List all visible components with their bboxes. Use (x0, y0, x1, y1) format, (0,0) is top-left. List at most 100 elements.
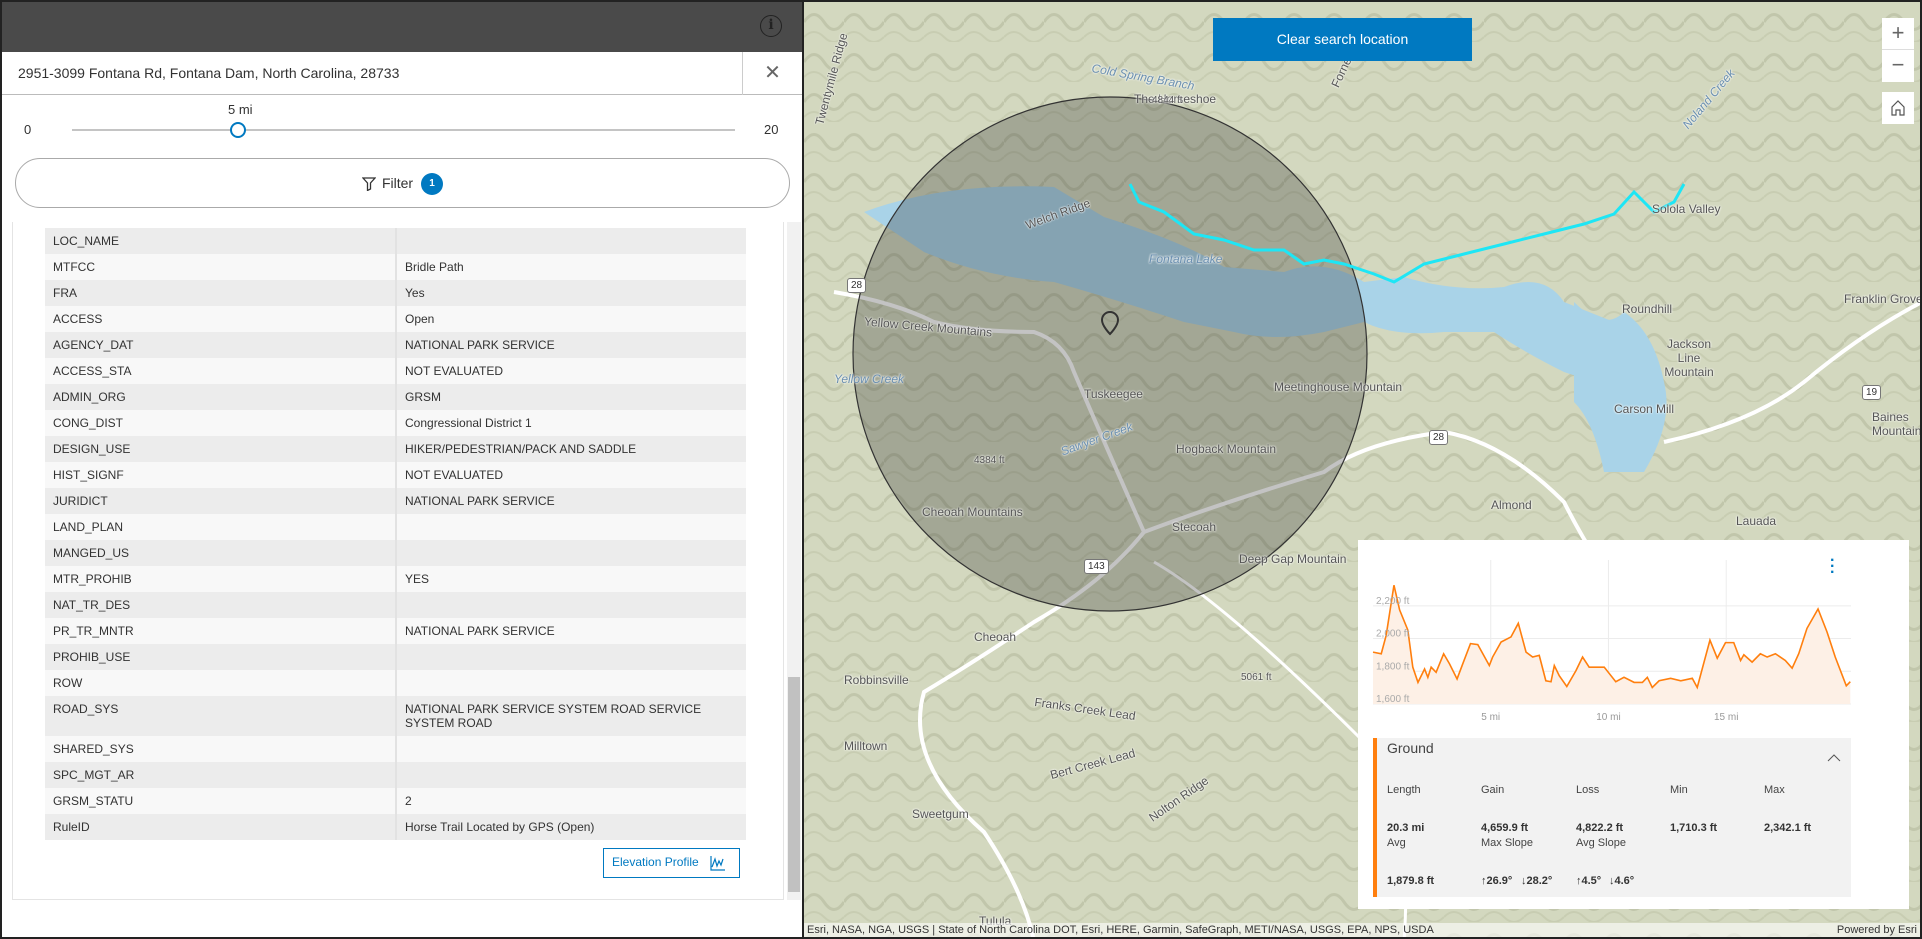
distance-slider-track[interactable] (72, 129, 735, 131)
map-label: 4384 ft (974, 455, 1005, 466)
chevron-up-icon[interactable] (1827, 753, 1841, 762)
distance-slider-thumb[interactable] (230, 122, 246, 138)
slider-min-label: 0 (24, 122, 32, 137)
table-row: LAND_PLAN (45, 514, 746, 540)
elevation-chart[interactable]: 5 mi 10 mi 15 mi 1,600 ft 1,800 ft 2,000 ft 2,… (1358, 540, 1909, 735)
map-label: Stecoah (1172, 520, 1217, 534)
scrollbar-thumb[interactable] (788, 677, 800, 892)
y-tick-label: 1,600 ft (1376, 694, 1410, 705)
map-label: Baines Mountain (1872, 410, 1922, 438)
table-row: ROW (45, 670, 746, 696)
slider-value-label: 5 mi (228, 102, 253, 117)
zoom-out-button[interactable]: − (1882, 50, 1914, 82)
header-bar: i (2, 2, 802, 52)
max-slope-up: ↑26.9° (1481, 875, 1513, 887)
field-name: SHARED_SYS (45, 736, 397, 762)
loss-value: 4,822.2 ft (1576, 822, 1624, 834)
field-name: HIST_SIGNF (45, 462, 397, 488)
route-shield: 143 (1084, 559, 1109, 574)
table-row: ROAD_SYS NATIONAL PARK SERVICE SYSTEM ROA… (45, 696, 746, 736)
filter-icon (361, 177, 377, 192)
close-icon[interactable]: ✕ (742, 52, 802, 95)
map-label: Fontana Lake (1149, 252, 1223, 266)
field-name: MTFCC (45, 254, 397, 280)
filter-button[interactable]: Filter 1 (15, 158, 790, 208)
filter-count-badge: 1 (421, 173, 444, 196)
left-panel: i 2951-3099 Fontana Rd, Fontana Dam, Nor… (0, 0, 802, 939)
powered-by-esri[interactable]: Powered by Esri (1837, 923, 1917, 937)
elevation-area (1373, 585, 1851, 704)
elevation-profile-label: Elevation Profile (612, 855, 699, 869)
slider-max-label: 20 (764, 122, 779, 137)
field-value (397, 592, 746, 618)
field-value (397, 228, 746, 254)
attribute-table: LOC_NAME MTFCC Bridle Path FRA Yes ACCESS Open… (45, 228, 746, 840)
table-row: PR_TR_MNTR NATIONAL PARK SERVICE (45, 618, 746, 644)
address-text: 2951-3099 Fontana Rd, Fontana Dam, North… (18, 65, 400, 81)
field-name: AGENCY_DAT (45, 332, 397, 358)
length-label: Length (1387, 784, 1421, 796)
field-value (397, 644, 746, 670)
avg-label: Avg (1387, 837, 1406, 849)
length-value: 20.3 mi (1387, 822, 1425, 834)
field-value: NATIONAL PARK SERVICE SYSTEM ROAD SERVIC… (405, 702, 702, 730)
info-icon[interactable]: i (760, 15, 782, 37)
max-value: 2,342.1 ft (1764, 822, 1812, 834)
field-name: PROHIB_USE (45, 644, 397, 670)
field-value: NATIONAL PARK SERVICE (405, 624, 555, 638)
y-tick-label: 2,200 ft (1376, 596, 1410, 607)
table-row: LOC_NAME (45, 228, 746, 254)
field-name: ROW (45, 670, 397, 696)
field-value (397, 670, 746, 696)
field-value: HIKER/PEDESTRIAN/PACK AND SADDLE (405, 442, 637, 456)
map-label: Cheoah (974, 630, 1017, 644)
field-value (397, 762, 746, 788)
map-view[interactable]: The Horseshoe Welch Ridge Fontana Lake Y… (802, 0, 1922, 939)
zoom-in-button[interactable]: + (1882, 18, 1914, 50)
table-row: RuleID Horse Trail Located by GPS (Open) (45, 814, 746, 840)
table-row: SHARED_SYS (45, 736, 746, 762)
scrollbar[interactable] (787, 222, 801, 900)
field-name: ROAD_SYS (45, 696, 397, 736)
y-tick-label: 1,800 ft (1376, 661, 1410, 672)
table-row: DESIGN_USE HIKER/PEDESTRIAN/PACK AND SADD… (45, 436, 746, 462)
search-result-bar: 2951-3099 Fontana Rd, Fontana Dam, North… (2, 52, 802, 95)
x-tick-label: 10 mi (1596, 712, 1620, 723)
field-value: Bridle Path (405, 260, 464, 274)
field-name: ADMIN_ORG (45, 384, 397, 410)
elevation-profile-button[interactable]: Elevation Profile (603, 848, 740, 878)
route-shield: 19 (1862, 385, 1882, 400)
clear-search-location-button[interactable]: Clear search location (1213, 18, 1472, 61)
table-row: HIST_SIGNF NOT EVALUATED (45, 462, 746, 488)
field-name: PR_TR_MNTR (45, 618, 397, 644)
map-label: Almond (1491, 498, 1532, 512)
field-value: Yes (405, 286, 425, 300)
field-name: ACCESS (45, 306, 397, 332)
map-label: Solola Valley (1652, 202, 1721, 216)
map-label: Sweetgum (912, 807, 969, 821)
map-label: Jackson Line Mountain (1664, 337, 1714, 379)
home-button[interactable] (1882, 92, 1914, 124)
route-shield: 28 (847, 278, 867, 293)
table-row: MTFCC Bridle Path (45, 254, 746, 280)
elevation-chart-icon (710, 855, 726, 871)
avg-slope-up: ↑4.5° (1576, 875, 1602, 887)
ground-stats-section: Ground Length Gain Loss Min Max 20.3 mi … (1373, 738, 1851, 897)
map-label: 5061 ft (1241, 672, 1272, 683)
search-radius-circle (852, 96, 1368, 612)
filter-label: Filter (381, 175, 414, 191)
x-tick-label: 15 mi (1714, 712, 1738, 723)
attribution-text: Esri, NASA, NGA, USGS | State of North C… (807, 924, 1434, 936)
map-label: Meetinghouse Mountain (1274, 380, 1403, 394)
map-label: Robbinsville (844, 673, 909, 687)
x-tick-label: 5 mi (1481, 712, 1500, 723)
field-name: LAND_PLAN (45, 514, 397, 540)
field-value: NOT EVALUATED (405, 468, 504, 482)
table-row: AGENCY_DAT NATIONAL PARK SERVICE (45, 332, 746, 358)
field-name: LOC_NAME (45, 228, 397, 254)
avg-slope-label: Avg Slope (1576, 837, 1626, 849)
field-name: MANGED_US (45, 540, 397, 566)
max-slope-down: ↓28.2° (1521, 875, 1553, 887)
elevation-profile-panel: · · · 5 mi 10 mi 15 mi 1,600 ft 1,800 ft 2,000 … (1358, 540, 1909, 909)
field-value (397, 540, 746, 566)
